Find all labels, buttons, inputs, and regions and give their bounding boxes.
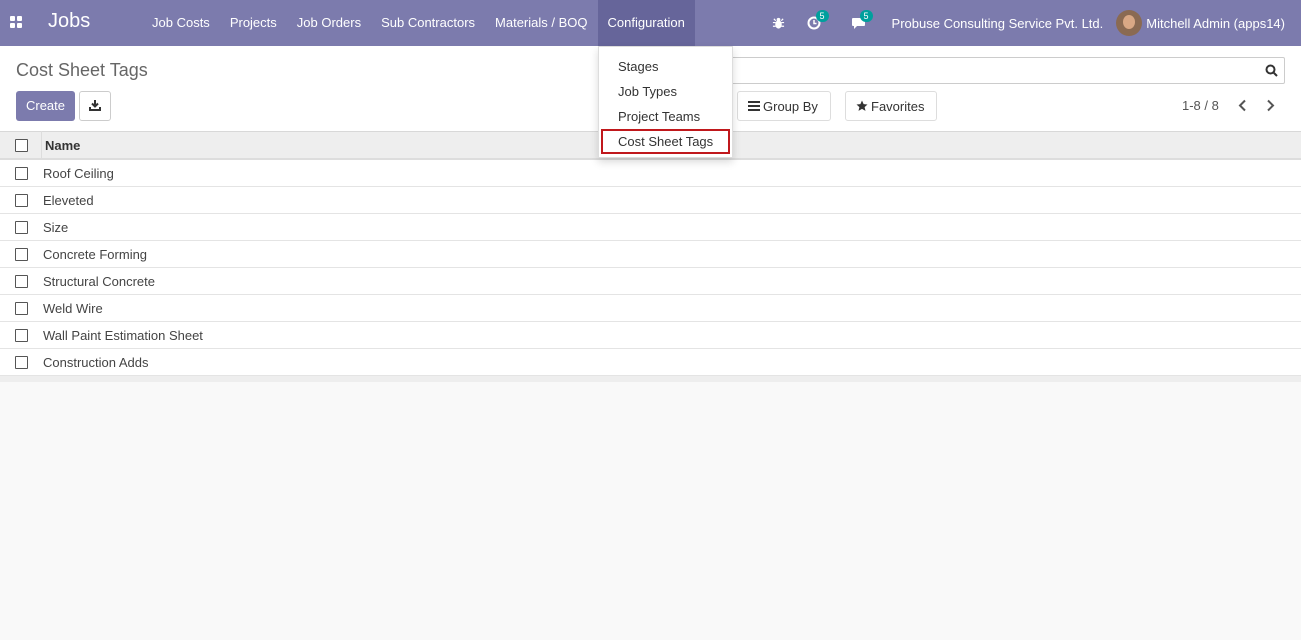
select-all-checkbox[interactable] (15, 138, 28, 152)
create-button[interactable]: Create (16, 91, 75, 121)
row-checkbox[interactable] (15, 166, 28, 180)
user-menu[interactable]: Mitchell Admin (apps14) (1116, 10, 1285, 36)
apps-menu-icon[interactable] (10, 16, 22, 28)
row-checkbox[interactable] (15, 274, 28, 288)
search-icon[interactable] (1265, 64, 1278, 80)
app-title[interactable]: Jobs (48, 10, 90, 33)
group-by-label: Group By (763, 98, 818, 114)
row-checkbox[interactable] (15, 301, 28, 315)
page-title: Cost Sheet Tags (16, 60, 148, 80)
column-divider (41, 131, 42, 159)
main-menu: Job Costs Projects Job Orders Sub Contra… (142, 0, 695, 46)
row-checkbox[interactable] (15, 355, 28, 369)
table-row[interactable]: Wall Paint Estimation Sheet (0, 322, 1301, 349)
row-checkbox[interactable] (15, 193, 28, 207)
user-name: Mitchell Admin (apps14) (1146, 15, 1285, 31)
download-button[interactable] (79, 91, 111, 121)
company-switcher[interactable]: Probuse Consulting Service Pvt. Ltd. (892, 16, 1104, 31)
row-checkbox[interactable] (15, 247, 28, 261)
table-row[interactable]: Weld Wire (0, 295, 1301, 322)
systray: 5 5 Probuse Consulting Service Pvt. Ltd.… (764, 0, 1301, 46)
chevron-left-icon[interactable] (1238, 99, 1247, 115)
list-view: Name Roof Ceiling Eleveted Size Concrete… (0, 131, 1301, 382)
table-row[interactable]: Concrete Forming (0, 241, 1301, 268)
row-name: Size (43, 219, 69, 235)
row-name: Structural Concrete (43, 273, 155, 289)
row-name: Wall Paint Estimation Sheet (43, 327, 203, 343)
messages-chat-icon[interactable]: 5 (851, 10, 873, 30)
row-checkbox[interactable] (15, 328, 28, 342)
row-name: Eleveted (43, 192, 94, 208)
menu-job-costs[interactable]: Job Costs (142, 0, 220, 46)
group-by-button[interactable]: Group By (737, 91, 831, 121)
messages-count-badge: 5 (859, 10, 873, 22)
activity-clock-icon[interactable]: 5 (807, 10, 829, 30)
favorites-label: Favorites (871, 98, 925, 114)
column-header-name[interactable]: Name (45, 138, 80, 153)
menu-job-orders[interactable]: Job Orders (287, 0, 371, 46)
menu-configuration[interactable]: Configuration (597, 0, 695, 46)
table-row[interactable]: Eleveted (0, 187, 1301, 214)
menu-materials-boq[interactable]: Materials / BOQ (485, 0, 597, 46)
dropdown-item-stages[interactable]: Stages (599, 54, 732, 79)
row-checkbox[interactable] (15, 220, 28, 234)
star-icon (856, 100, 868, 112)
menu-projects[interactable]: Projects (220, 0, 287, 46)
favorites-button[interactable]: Favorites (845, 91, 937, 121)
table-row[interactable]: Structural Concrete (0, 268, 1301, 295)
row-name: Roof Ceiling (43, 165, 114, 181)
row-name: Concrete Forming (43, 246, 148, 262)
search-bar (720, 57, 1285, 84)
avatar (1116, 10, 1143, 36)
activity-count-badge: 5 (815, 10, 829, 22)
menu-sub-contractors[interactable]: Sub Contractors (371, 0, 485, 46)
dropdown-item-project-teams[interactable]: Project Teams (599, 104, 732, 129)
table-footer (0, 376, 1301, 382)
table-row[interactable]: Construction Adds (0, 349, 1301, 376)
dropdown-item-job-types[interactable]: Job Types (599, 79, 732, 104)
row-name: Weld Wire (43, 300, 103, 316)
dropdown-item-cost-sheet-tags[interactable]: Cost Sheet Tags (601, 129, 730, 154)
table-row[interactable]: Roof Ceiling (0, 160, 1301, 187)
configuration-dropdown: Stages Job Types Project Teams Cost Shee… (598, 46, 733, 158)
search-input[interactable] (725, 60, 1255, 82)
row-name: Construction Adds (43, 354, 149, 370)
table-row[interactable]: Size (0, 214, 1301, 241)
top-navbar: Jobs Job Costs Projects Job Orders Sub C… (0, 0, 1301, 46)
bars-icon (748, 101, 760, 111)
download-icon (89, 99, 101, 114)
pager-value[interactable]: 1-8 / 8 (1182, 98, 1219, 113)
chevron-right-icon[interactable] (1266, 99, 1275, 115)
debug-bug-icon[interactable] (772, 17, 785, 30)
